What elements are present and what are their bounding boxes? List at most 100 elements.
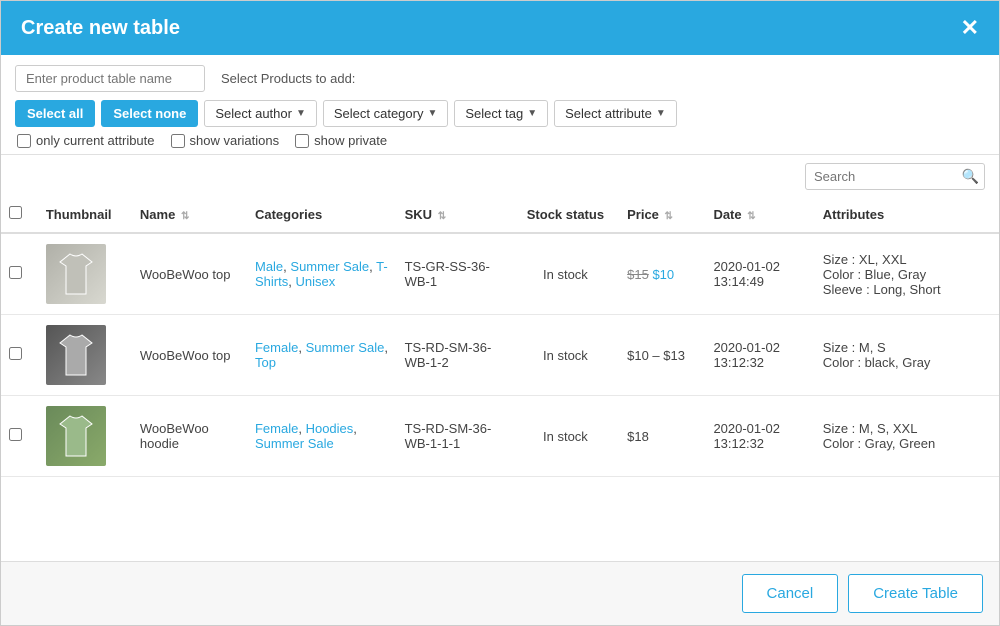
col-stock-status[interactable]: Stock status [512,196,619,233]
category-link[interactable]: Hoodies [306,421,354,436]
price-old: $15 [627,267,649,282]
date-cell: 2020-01-02 13:14:49 [705,233,814,315]
categories-cell: Female, Summer Sale, Top [247,315,397,396]
sort-icon: ⇅ [181,211,189,222]
col-name[interactable]: Name ⇅ [132,196,247,233]
category-link[interactable]: Unisex [295,274,335,289]
price-cell: $10 – $13 [619,315,705,396]
only-current-attribute-checkbox[interactable] [17,134,31,148]
product-thumbnail [46,244,106,304]
modal-body: Select Products to add: Select all Selec… [1,55,999,561]
controls-row1: Select Products to add: [15,65,985,92]
close-icon[interactable]: ✕ [961,15,979,41]
table-row: WooBeWoo top Male, Summer Sale, T-Shirts… [1,233,999,315]
product-sku: TS-GR-SS-36-WB-1 [405,259,490,289]
product-date: 2020-01-02 13:12:32 [713,421,780,451]
show-variations-checkbox-label[interactable]: show variations [171,133,280,148]
row-checkbox[interactable] [9,428,22,441]
col-date[interactable]: Date ⇅ [705,196,814,233]
modal-footer: Cancel Create Table [1,561,999,625]
col-attributes[interactable]: Attributes [815,196,999,233]
select-tag-dropdown[interactable]: Select tag ▼ [454,100,548,127]
product-date: 2020-01-02 13:12:32 [713,340,780,370]
select-none-button[interactable]: Select none [101,100,198,127]
name-cell: WooBeWoo top [132,315,247,396]
cancel-button[interactable]: Cancel [742,574,839,613]
price-single: $18 [627,429,649,444]
sku-cell: TS-RD-SM-36-WB-1-1-1 [397,396,512,477]
products-table: Thumbnail Name ⇅ Categories SKU ⇅ [1,196,999,477]
create-table-button[interactable]: Create Table [848,574,983,613]
product-date: 2020-01-02 13:14:49 [713,259,780,289]
only-current-attribute-checkbox-label[interactable]: only current attribute [17,133,155,148]
product-sku: TS-RD-SM-36-WB-1-1-1 [405,421,492,451]
product-thumbnail [46,325,106,385]
col-thumbnail[interactable]: Thumbnail [38,196,132,233]
select-author-dropdown[interactable]: Select author ▼ [204,100,317,127]
product-sku: TS-RD-SM-36-WB-1-2 [405,340,492,370]
category-link[interactable]: Summer Sale [290,259,369,274]
categories-cell: Male, Summer Sale, T-Shirts, Unisex [247,233,397,315]
attributes-cell: Size : M, S, XXLColor : Gray, Green [815,396,999,477]
category-link[interactable]: Male [255,259,283,274]
thumbnail-cell [38,233,132,315]
product-thumbnail [46,406,106,466]
table-header-row: Thumbnail Name ⇅ Categories SKU ⇅ [1,196,999,233]
select-all-button[interactable]: Select all [15,100,95,127]
price-cell: $15 $10 [619,233,705,315]
thumbnail-cell [38,396,132,477]
show-private-checkbox[interactable] [295,134,309,148]
category-link[interactable]: Female [255,340,298,355]
table-row: WooBeWoo top Female, Summer Sale, Top TS… [1,315,999,396]
col-sku[interactable]: SKU ⇅ [397,196,512,233]
col-categories[interactable]: Categories [247,196,397,233]
row-checkbox[interactable] [9,347,22,360]
row-checkbox-cell [1,233,38,315]
product-name: WooBeWoo top [140,348,231,363]
date-cell: 2020-01-02 13:12:32 [705,315,814,396]
category-link[interactable]: Summer Sale [306,340,385,355]
controls-row3: only current attribute show variations s… [15,133,985,148]
categories-cell: Female, Hoodies, Summer Sale [247,396,397,477]
products-table-scroll[interactable]: Thumbnail Name ⇅ Categories SKU ⇅ [1,196,999,561]
search-area: 🔍 [1,155,999,196]
attributes-cell: Size : XL, XXLColor : Blue, GraySleeve :… [815,233,999,315]
show-private-checkbox-label[interactable]: show private [295,133,387,148]
category-link[interactable]: Summer Sale [255,436,334,451]
modal-create-table: Create new table ✕ Select Products to ad… [0,0,1000,626]
select-all-checkbox[interactable] [9,206,22,219]
price-cell: $18 [619,396,705,477]
product-attributes: Size : M, S, XXLColor : Gray, Green [823,421,935,451]
col-check[interactable] [1,196,38,233]
thumbnail-cell [38,315,132,396]
price-new: $10 [652,267,674,282]
name-cell: WooBeWoo hoodie [132,396,247,477]
select-category-dropdown[interactable]: Select category ▼ [323,100,449,127]
search-icon[interactable]: 🔍 [962,168,979,185]
search-wrap: 🔍 [805,163,985,190]
category-link[interactable]: Top [255,355,276,370]
table-name-input[interactable] [15,65,205,92]
modal-title: Create new table [21,17,180,40]
attributes-cell: Size : M, SColor : black, Gray [815,315,999,396]
sort-icon: ⇅ [665,211,673,222]
product-attributes: Size : M, SColor : black, Gray [823,340,931,370]
chevron-down-icon: ▼ [656,108,666,119]
show-variations-checkbox[interactable] [171,134,185,148]
row-checkbox-cell [1,396,38,477]
col-price[interactable]: Price ⇅ [619,196,705,233]
select-products-label: Select Products to add: [221,71,355,86]
select-attribute-dropdown[interactable]: Select attribute ▼ [554,100,677,127]
row-checkbox[interactable] [9,266,22,279]
stock-cell: In stock [512,315,619,396]
stock-cell: In stock [512,396,619,477]
chevron-down-icon: ▼ [527,108,537,119]
chevron-down-icon: ▼ [296,108,306,119]
product-name: WooBeWoo top [140,267,231,282]
controls-area: Select Products to add: Select all Selec… [1,55,999,155]
stock-cell: In stock [512,233,619,315]
table-row: WooBeWoo hoodie Female, Hoodies, Summer … [1,396,999,477]
search-input[interactable] [805,163,985,190]
stock-status: In stock [543,348,588,363]
category-link[interactable]: Female [255,421,298,436]
